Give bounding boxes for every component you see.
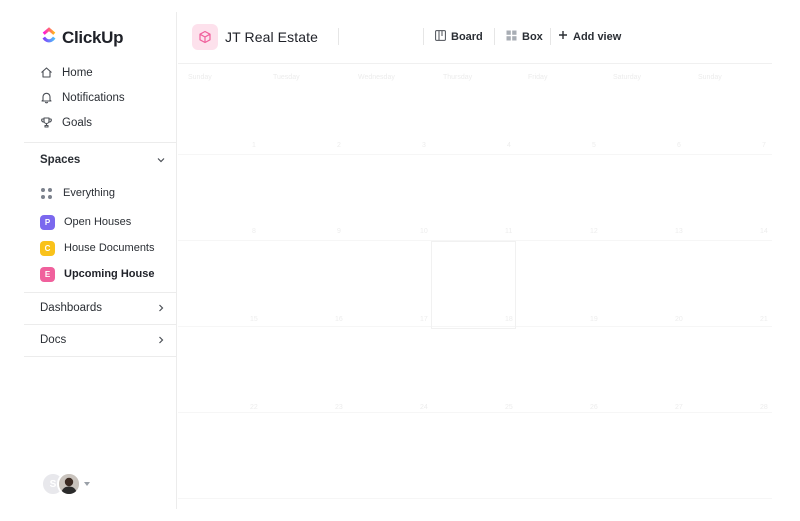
- calendar-date: 10: [420, 228, 428, 235]
- nav-item-notifications[interactable]: Notifications: [40, 85, 125, 110]
- add-view-button[interactable]: Add view: [558, 30, 621, 43]
- calendar-day-header: Saturday: [613, 74, 642, 81]
- calendar-date: 24: [420, 404, 428, 411]
- dashboards-row[interactable]: Dashboards: [40, 299, 166, 317]
- space-item-label: Everything: [63, 187, 115, 199]
- clickup-logo-icon: [40, 26, 58, 49]
- space-item-everything[interactable]: Everything: [40, 180, 155, 206]
- calendar-selected-cell: [431, 241, 516, 329]
- spaces-header[interactable]: Spaces: [40, 152, 166, 168]
- nav-item-label: Notifications: [62, 91, 125, 104]
- calendar-date: 25: [505, 404, 513, 411]
- space-badge: P: [40, 214, 55, 230]
- calendar-row-line: [178, 412, 772, 413]
- header-divider: [338, 28, 339, 45]
- main-nav: Home Notifications Goals: [40, 60, 125, 135]
- space-item-label: House Documents: [64, 242, 155, 254]
- nav-item-label: Goals: [62, 116, 93, 129]
- grid-dots-icon: [41, 187, 52, 199]
- calendar-view: Sunday Tuesday Wednesday Thursday Friday…: [178, 64, 772, 509]
- calendar-date: 4: [507, 142, 511, 149]
- calendar-date: 21: [760, 316, 768, 323]
- calendar-date: 20: [675, 316, 683, 323]
- space-item-label: Open Houses: [64, 216, 132, 228]
- calendar-date: 8: [252, 228, 256, 235]
- nav-item-goals[interactable]: Goals: [40, 110, 125, 135]
- calendar-date: 3: [422, 142, 426, 149]
- nav-item-label: Home: [62, 66, 93, 79]
- calendar-date: 16: [335, 316, 343, 323]
- clickup-logo[interactable]: ClickUp: [40, 26, 124, 49]
- calendar-row-line: [178, 498, 772, 499]
- user-menu[interactable]: S: [41, 472, 90, 496]
- sidebar-divider: [24, 356, 176, 357]
- calendar-date: 27: [675, 404, 683, 411]
- calendar-day-header: Sunday: [698, 74, 722, 81]
- calendar-date: 7: [762, 142, 766, 149]
- docs-label: Docs: [40, 334, 67, 346]
- avatar[interactable]: [57, 472, 81, 496]
- view-tab-label: Box: [522, 31, 543, 43]
- board-icon: [435, 30, 446, 44]
- plus-icon: [558, 30, 568, 43]
- calendar-day-header: Wednesday: [358, 74, 395, 81]
- space-item-upcoming-house[interactable]: E Upcoming House: [40, 261, 155, 287]
- home-icon: [40, 66, 53, 79]
- space-badge: E: [40, 266, 55, 282]
- calendar-date: 18: [505, 316, 513, 323]
- calendar-date: 14: [760, 228, 768, 235]
- calendar-date: 23: [335, 404, 343, 411]
- chevron-down-icon[interactable]: [156, 155, 166, 165]
- trophy-icon: [40, 116, 53, 129]
- page-title: JT Real Estate: [225, 29, 318, 45]
- header-divider: [423, 28, 424, 45]
- sidebar-divider: [24, 292, 176, 293]
- space-item-label: Upcoming House: [64, 268, 155, 280]
- calendar-date: 17: [420, 316, 428, 323]
- space-cube-icon: [192, 24, 218, 50]
- add-view-label: Add view: [573, 30, 622, 43]
- calendar-day-header: Tuesday: [273, 74, 300, 81]
- box-view-icon: [506, 30, 517, 44]
- header-divider: [550, 28, 551, 45]
- calendar-date: 9: [337, 228, 341, 235]
- calendar-day-header: Friday: [528, 74, 548, 81]
- calendar-date: 26: [590, 404, 598, 411]
- view-tab-box[interactable]: Box: [506, 30, 543, 44]
- calendar-date: 1: [252, 142, 256, 149]
- space-badge: C: [40, 240, 55, 256]
- nav-item-home[interactable]: Home: [40, 60, 125, 85]
- calendar-date: 5: [592, 142, 596, 149]
- calendar-day-header: Thursday: [443, 74, 473, 81]
- dashboards-label: Dashboards: [40, 302, 103, 314]
- calendar-date: 28: [760, 404, 768, 411]
- calendar-date: 13: [675, 228, 683, 235]
- header-divider: [494, 28, 495, 45]
- calendar-date: 2: [337, 142, 341, 149]
- view-tab-label: Board: [451, 31, 483, 43]
- calendar-date: 6: [677, 142, 681, 149]
- calendar-day-header: Sunday: [188, 74, 212, 81]
- view-tab-board[interactable]: Board: [435, 30, 483, 44]
- caret-down-icon[interactable]: [84, 482, 90, 486]
- calendar-date: 22: [250, 404, 258, 411]
- space-item-house-documents[interactable]: C House Documents: [40, 235, 155, 261]
- spaces-list: Everything P Open Houses C House Documen…: [40, 180, 155, 287]
- calendar-date: 15: [250, 316, 258, 323]
- calendar-date: 11: [505, 228, 513, 235]
- calendar-date: 19: [590, 316, 598, 323]
- sidebar: ClickUp Home Notifications Goals Spaces: [24, 12, 177, 509]
- chevron-right-icon[interactable]: [156, 335, 166, 345]
- sidebar-divider: [24, 142, 176, 143]
- docs-row[interactable]: Docs: [40, 331, 166, 349]
- clickup-wordmark: ClickUp: [62, 27, 124, 47]
- sidebar-divider: [24, 324, 176, 325]
- bell-icon: [40, 91, 53, 104]
- header: JT Real Estate Board Box Add view: [178, 12, 772, 64]
- chevron-right-icon[interactable]: [156, 303, 166, 313]
- space-item-open-houses[interactable]: P Open Houses: [40, 209, 155, 235]
- calendar-row-line: [178, 154, 772, 155]
- spaces-heading: Spaces: [40, 154, 81, 166]
- calendar-date: 12: [590, 228, 598, 235]
